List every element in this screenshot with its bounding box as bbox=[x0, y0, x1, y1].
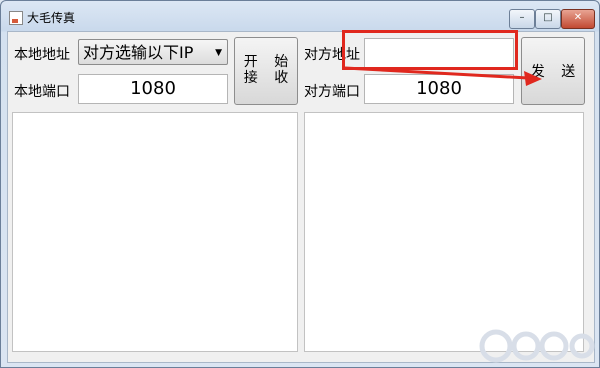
watermark-logo-icon bbox=[479, 329, 595, 363]
annotation-arrow-icon bbox=[344, 66, 542, 86]
